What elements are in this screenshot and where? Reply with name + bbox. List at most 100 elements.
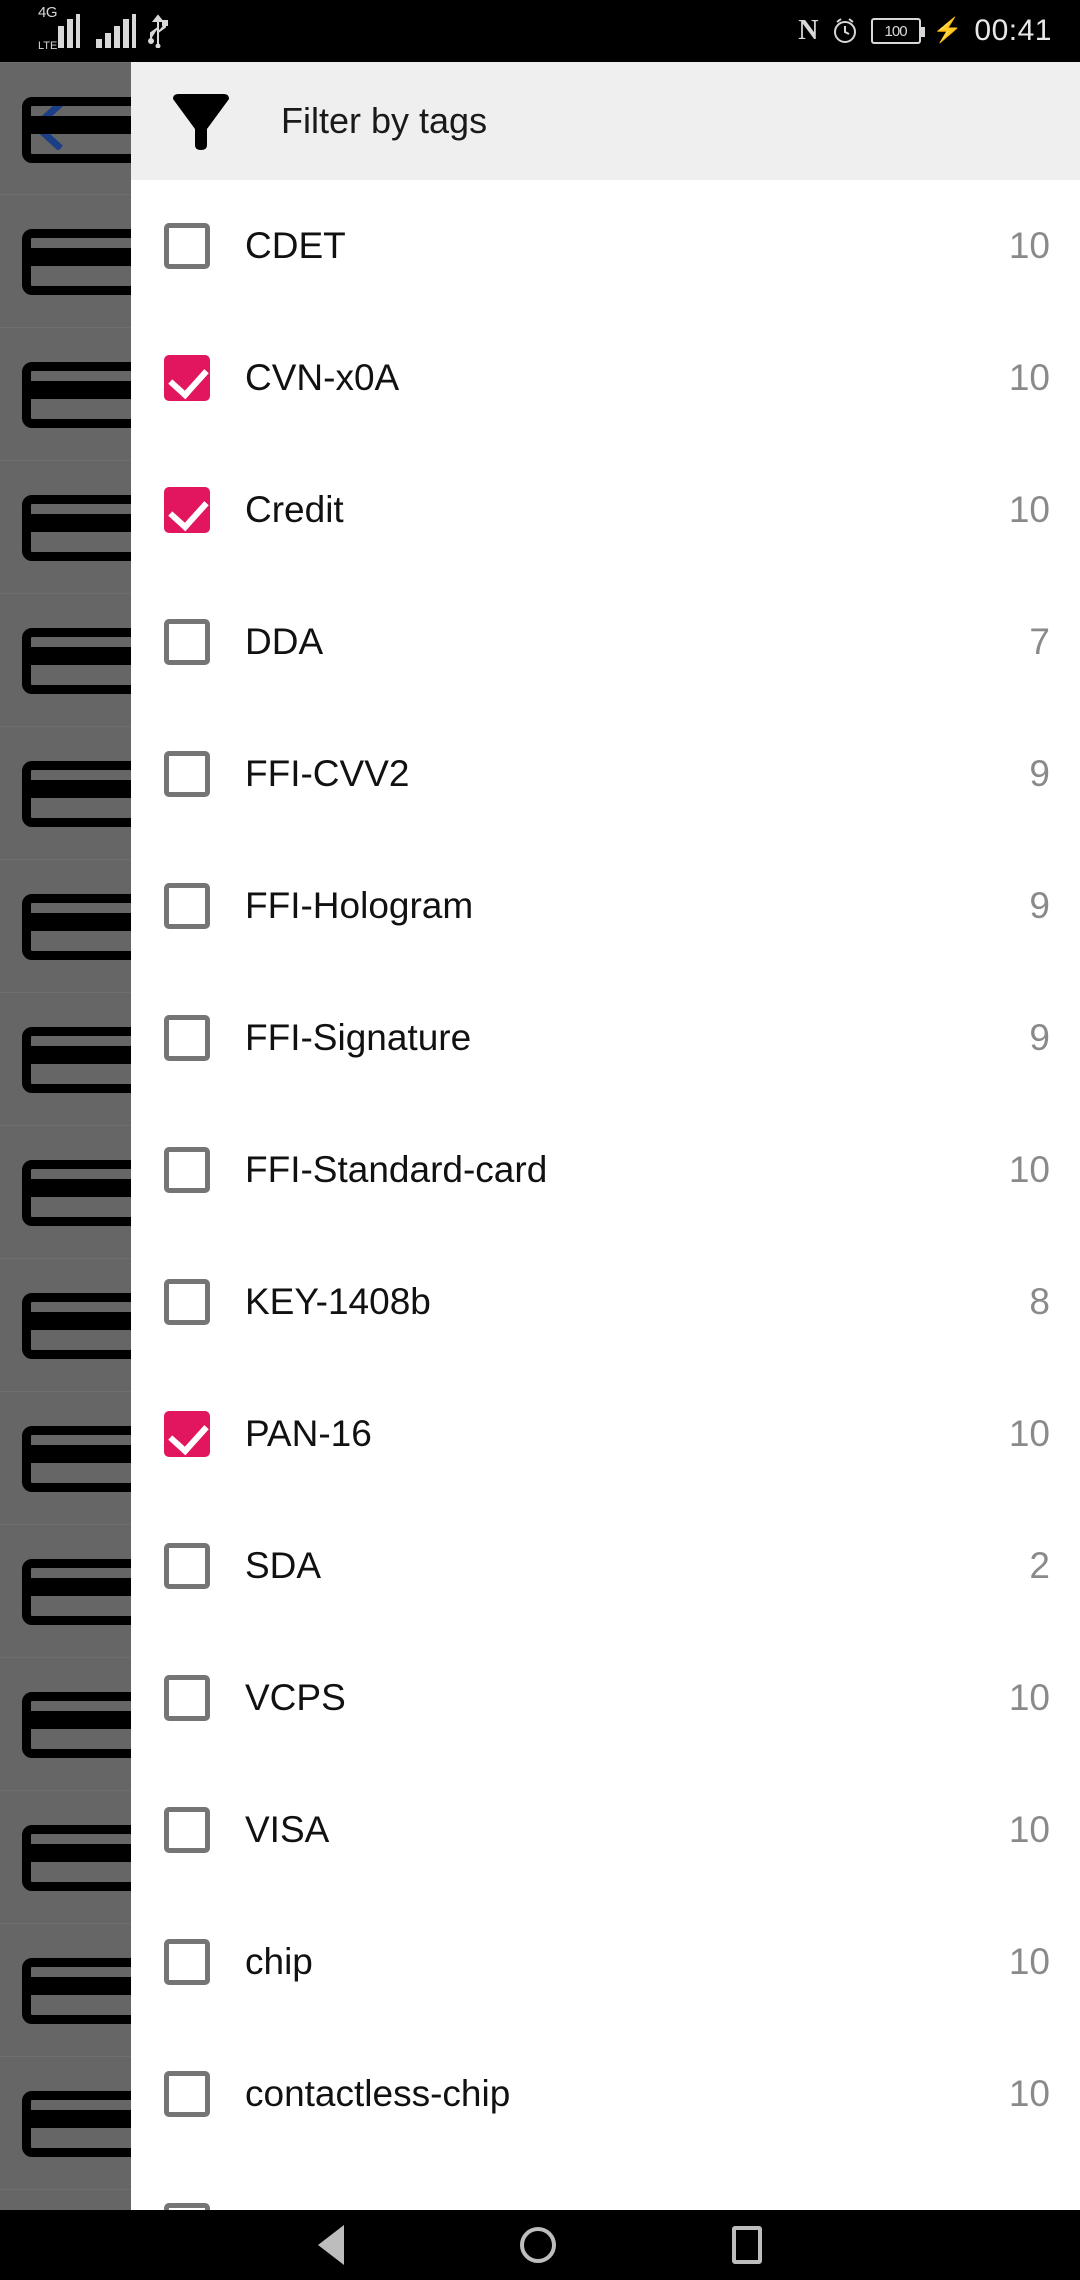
tag-label: PAN-16 bbox=[245, 1413, 372, 1454]
tag-filter-row[interactable]: DDA 7 bbox=[131, 576, 1080, 708]
nav-back-icon[interactable] bbox=[318, 2225, 344, 2265]
tag-count: 10 bbox=[1008, 1149, 1050, 1190]
nav-recents-icon[interactable] bbox=[732, 2226, 762, 2264]
tag-filter-row[interactable]: FFI-Signature 9 bbox=[131, 972, 1080, 1104]
signal-strength-icon-2 bbox=[96, 14, 136, 48]
tag-count: 10 bbox=[1008, 225, 1050, 266]
tag-label: FFI-Standard-card bbox=[245, 1149, 548, 1190]
checkbox-unchecked[interactable] bbox=[164, 223, 210, 269]
charging-bolt-icon: ⚡ bbox=[932, 17, 963, 44]
nfc-icon: N bbox=[798, 15, 819, 46]
background-card-row bbox=[0, 1392, 131, 1525]
credit-card-icon bbox=[22, 362, 131, 428]
filter-funnel-icon bbox=[163, 83, 239, 159]
signal-strength-icon-1: 4G LTE bbox=[38, 5, 80, 52]
credit-card-icon bbox=[22, 894, 131, 960]
tag-filter-row[interactable]: VCPS 10 bbox=[131, 1632, 1080, 1764]
credit-card-icon bbox=[22, 495, 131, 561]
credit-card-icon bbox=[22, 97, 131, 163]
tag-filter-row[interactable]: CVN-x0A 10 bbox=[131, 312, 1080, 444]
status-bar-right: N 100 ⚡ 00:41 bbox=[798, 0, 1052, 62]
checkbox-unchecked[interactable] bbox=[164, 883, 210, 929]
background-card-row bbox=[0, 328, 131, 461]
tag-filter-row[interactable]: chip 10 bbox=[131, 1896, 1080, 2028]
checkbox-unchecked[interactable] bbox=[164, 619, 210, 665]
background-card-row bbox=[0, 1791, 131, 1924]
tag-count: 8 bbox=[1029, 1281, 1050, 1322]
checkbox-unchecked[interactable] bbox=[164, 1543, 210, 1589]
checkbox-unchecked[interactable] bbox=[164, 1807, 210, 1853]
tag-filter-row[interactable]: PAN-16 10 bbox=[131, 1368, 1080, 1500]
filter-panel: Filter by tags CDET 10 CVN-x0A 10 Credit 10 DD… bbox=[131, 62, 1080, 2210]
nav-home-icon[interactable] bbox=[520, 2227, 556, 2263]
background-card-row bbox=[0, 594, 131, 727]
page-title: Filter by tags bbox=[281, 100, 488, 141]
network-type-label: 4G bbox=[38, 4, 58, 21]
credit-card-icon bbox=[22, 2091, 131, 2157]
background-card-row bbox=[0, 993, 131, 1126]
background-card-row bbox=[0, 62, 131, 195]
credit-card-icon bbox=[22, 1559, 131, 1625]
tag-label: VCPS bbox=[245, 1677, 346, 1718]
background-card-row bbox=[0, 461, 131, 594]
tag-label: VISA bbox=[245, 1809, 330, 1850]
checkbox-unchecked[interactable] bbox=[164, 1147, 210, 1193]
tag-filter-row[interactable]: CDET 10 bbox=[131, 180, 1080, 312]
credit-card-icon bbox=[22, 1027, 131, 1093]
background-card-row bbox=[0, 195, 131, 328]
credit-card-icon bbox=[22, 761, 131, 827]
checkbox-unchecked[interactable] bbox=[164, 751, 210, 797]
tag-count: 2 bbox=[1029, 1545, 1050, 1586]
checkbox-unchecked[interactable] bbox=[164, 2203, 210, 2210]
checkbox-unchecked[interactable] bbox=[164, 1939, 210, 1985]
background-card-list bbox=[0, 62, 131, 2190]
battery-indicator: 100 bbox=[870, 18, 925, 44]
tag-filter-row[interactable]: manual8 bbox=[131, 2160, 1080, 2210]
tag-filter-list[interactable]: CDET 10 CVN-x0A 10 Credit 10 DDA 7 FFI-CVV2 9 FFI-… bbox=[131, 180, 1080, 2210]
status-bar-left: 4G LTE bbox=[38, 0, 170, 62]
checkbox-unchecked[interactable] bbox=[164, 1675, 210, 1721]
tag-filter-row[interactable]: FFI-Standard-card 10 bbox=[131, 1104, 1080, 1236]
tag-count: 10 bbox=[1008, 2073, 1050, 2114]
tag-label: DDA bbox=[245, 621, 324, 662]
tag-label: Credit bbox=[245, 489, 344, 530]
filter-header: Filter by tags bbox=[131, 62, 1080, 180]
tag-filter-row[interactable]: FFI-Hologram 9 bbox=[131, 840, 1080, 972]
clock: 00:41 bbox=[974, 14, 1052, 47]
tag-filter-row[interactable]: KEY-1408b 8 bbox=[131, 1236, 1080, 1368]
checkbox-unchecked[interactable] bbox=[164, 1279, 210, 1325]
tag-count: 9 bbox=[1029, 885, 1050, 926]
tag-count: 10 bbox=[1008, 1809, 1050, 1850]
tag-count: 10 bbox=[1008, 1413, 1050, 1454]
tag-count: 10 bbox=[1008, 357, 1050, 398]
tag-filter-row[interactable]: contactless-chip 10 bbox=[131, 2028, 1080, 2160]
tag-label: FFI-Signature bbox=[245, 1017, 472, 1058]
tag-count: 10 bbox=[1008, 1941, 1050, 1982]
tag-filter-row[interactable]: FFI-CVV2 9 bbox=[131, 708, 1080, 840]
tag-filter-row[interactable]: SDA 2 bbox=[131, 1500, 1080, 1632]
tag-label: CVN-x0A bbox=[245, 357, 400, 398]
checkbox-unchecked[interactable] bbox=[164, 2071, 210, 2117]
background-card-row bbox=[0, 727, 131, 860]
checkbox-checked[interactable] bbox=[164, 355, 210, 401]
tag-filter-row[interactable]: Credit 10 bbox=[131, 444, 1080, 576]
tag-count: 10 bbox=[1008, 489, 1050, 530]
tag-label: FFI-CVV2 bbox=[245, 753, 410, 794]
checkbox-checked[interactable] bbox=[164, 487, 210, 533]
credit-card-icon bbox=[22, 1825, 131, 1891]
tag-label: contactless-chip bbox=[245, 2073, 511, 2114]
background-card-row bbox=[0, 1126, 131, 1259]
tag-label: FFI-Hologram bbox=[245, 885, 474, 926]
background-card-row bbox=[0, 2057, 131, 2190]
usb-icon bbox=[148, 14, 168, 48]
credit-card-icon bbox=[22, 1958, 131, 2024]
background-card-row bbox=[0, 1924, 131, 2057]
credit-card-icon bbox=[22, 1426, 131, 1492]
tag-filter-row[interactable]: VISA 10 bbox=[131, 1764, 1080, 1896]
background-card-row bbox=[0, 1525, 131, 1658]
checkbox-unchecked[interactable] bbox=[164, 1015, 210, 1061]
tag-label: CDET bbox=[245, 225, 346, 266]
credit-card-icon bbox=[22, 1160, 131, 1226]
checkbox-checked[interactable] bbox=[164, 1411, 210, 1457]
tag-count: 10 bbox=[1008, 1677, 1050, 1718]
